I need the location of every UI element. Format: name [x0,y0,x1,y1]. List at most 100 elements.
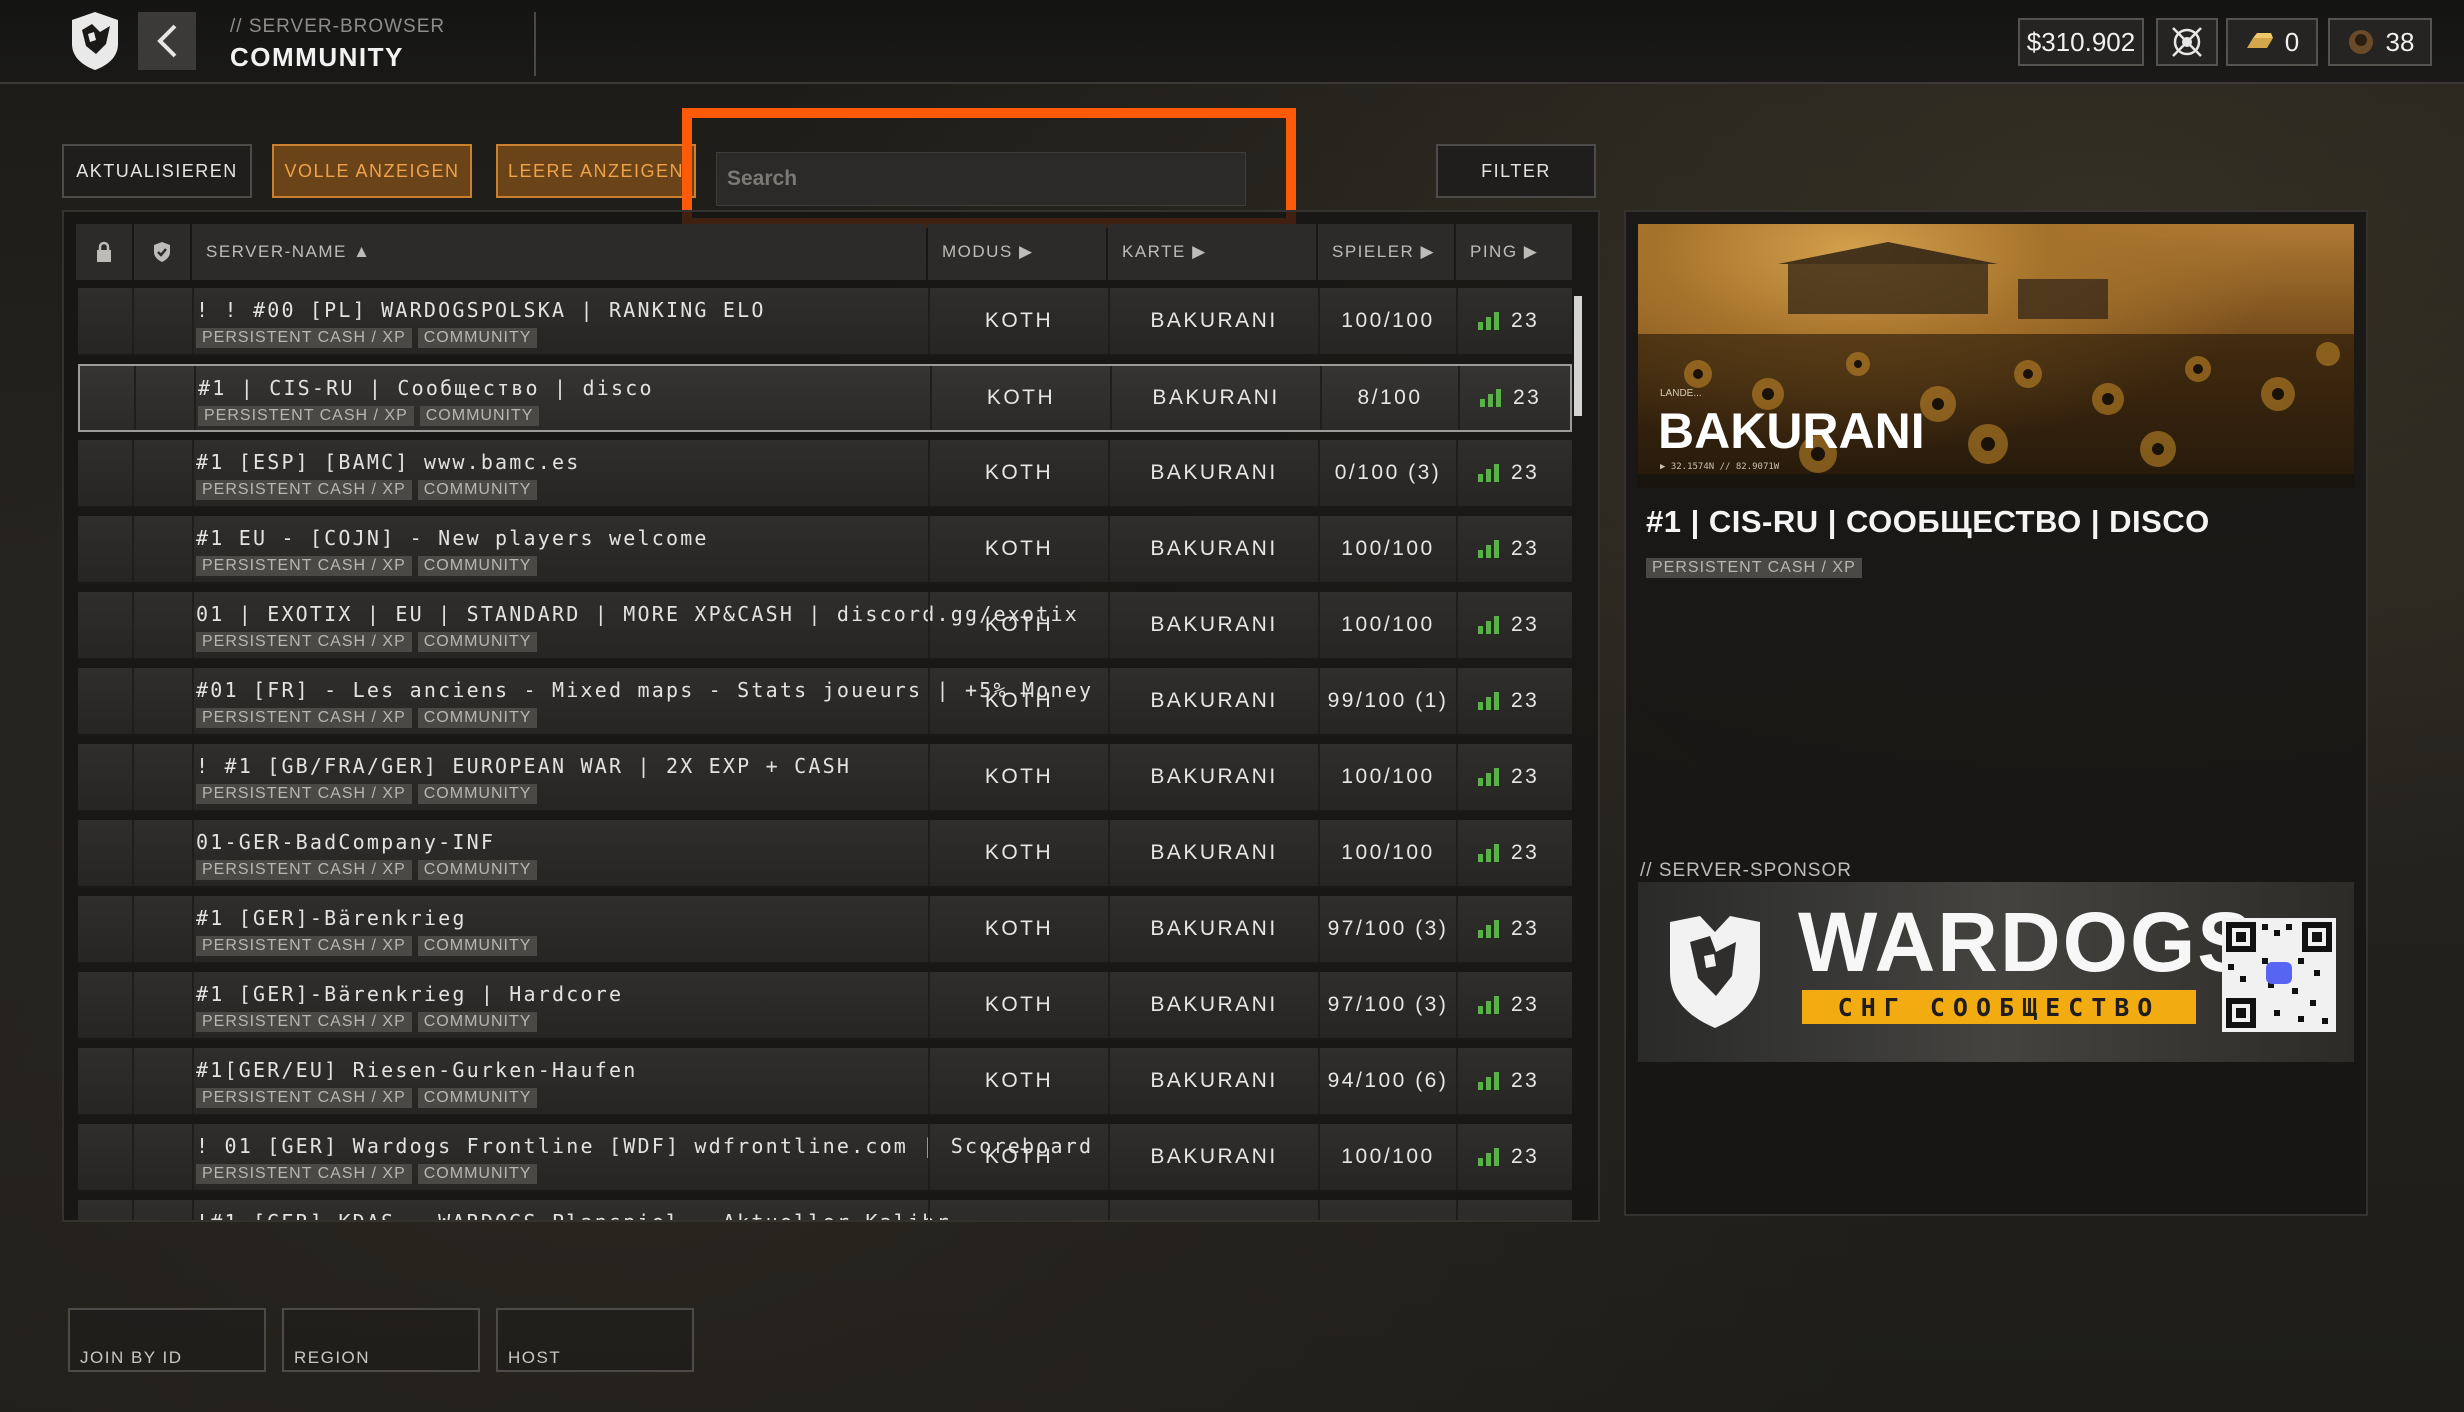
mode-cell: KOTH [928,1048,1108,1114]
region-button[interactable]: REGION [282,1308,480,1372]
table-row[interactable]: #1 [ESP] [BAMC] www.bamc.es PERSISTENT CA… [78,440,1572,508]
show-full-toggle[interactable]: VOLLE ANZEIGEN [272,144,472,198]
table-row[interactable]: #01 [FR] - Les anciens - Mixed maps - St… [78,668,1572,736]
map-cell: BAKURANI [1108,896,1318,962]
lock-cell [78,288,134,354]
sponsor-banner[interactable]: WARDOGS СНГ СООБЩЕСТВО [1638,882,2354,1062]
favorite-cell[interactable] [136,288,194,354]
refresh-button[interactable]: AKTUALISIEREN [62,144,252,198]
ping-cell: 23 [1456,516,1572,582]
server-tag: PERSISTENT CASH / XP [198,406,414,426]
server-name: #1 [GER]-Bärenkrieg [196,906,467,930]
table-row[interactable]: #1 [GER]-Bärenkrieg | Hardcore PERSISTENT… [78,972,1572,1040]
server-name: ! #1 [GB/FRA/GER] EUROPEAN WAR | 2X EXP … [196,754,852,778]
players-cell: 100/100 [1318,516,1456,582]
map-cell: BAKURANI [1108,288,1318,354]
selected-server-title: #1 | CIS-RU | СООБЩЕСТВО | DISCO [1646,504,2210,539]
favorite-cell[interactable] [136,896,194,962]
favorite-column-header[interactable] [134,224,190,280]
favorite-cell[interactable] [136,1048,194,1114]
favorite-cell[interactable] [136,972,194,1038]
favorite-cell[interactable] [136,668,194,734]
favorite-cell[interactable] [136,820,194,886]
mode-header[interactable]: MODUS ▶ [928,224,1106,280]
players-cell: 100/100 [1318,820,1456,886]
favorite-cell[interactable] [136,592,194,658]
favorite-cell[interactable] [136,1124,194,1190]
table-header: SERVER-NAME ▲ MODUS ▶ KARTE ▶ SPIELER ▶ … [76,224,1576,280]
page-title: COMMUNITY [230,42,404,72]
table-row[interactable]: ! #1 [GB/FRA/GER] EUROPEAN WAR | 2X EXP … [78,744,1572,812]
table-row[interactable]: #1 EU - [COJN] - New players welcome PERS… [78,516,1572,584]
favorite-cell[interactable] [138,366,196,430]
filter-button[interactable]: FILTER [1436,144,1596,198]
server-name: #1[GER/EU] Riesen-Gurken-Haufen [196,1058,638,1082]
host-button[interactable]: HOST [496,1308,694,1372]
top-bar: // SERVER-BROWSER COMMUNITY $310.902 0 3… [0,0,2464,84]
join-by-id-button[interactable]: JOIN BY ID [68,1308,266,1372]
server-tags: PERSISTENT CASH / XP COMMUNITY [196,480,538,500]
server-tag: COMMUNITY [417,1164,538,1184]
server-name: #1 | CIS-RU | Сообщество | disco [198,376,654,400]
map-cell: BAKURANI [1108,440,1318,506]
mode-cell: KOTH [928,744,1108,810]
server-list-panel: SERVER-NAME ▲ MODUS ▶ KARTE ▶ SPIELER ▶ … [62,210,1600,1222]
search-input[interactable] [716,152,1246,206]
lock-column-header[interactable] [76,224,132,280]
table-row[interactable]: 01 | EXOTIX | EU | STANDARD | MORE XP&CA… [78,592,1572,660]
player-level: 38 [2328,18,2432,66]
table-row[interactable]: ! 01 [GER] Wardogs Frontline [WDF] wdfro… [78,1124,1572,1192]
signal-bars-icon [1478,844,1499,862]
signal-bars-icon [1478,768,1499,786]
map-cell: BAKURANI [1108,516,1318,582]
sponsor-label: // SERVER-SPONSOR [1640,860,1852,881]
rank-badge-icon [2348,30,2373,54]
mode-cell: KOTH [928,820,1108,886]
lock-cell [78,1124,134,1190]
table-row[interactable]: #1[GER/EU] Riesen-Gurken-Haufen PERSISTEN… [78,1048,1572,1116]
favorite-cell[interactable] [136,516,194,582]
mode-cell: KOTH [930,366,1110,430]
players-header[interactable]: SPIELER ▶ [1318,224,1454,280]
players-cell: 100/100 [1318,288,1456,354]
signal-bars-icon [1478,540,1499,558]
mode-cell: KOTH [928,592,1108,658]
table-row[interactable]: ! ! #00 [PL] WARDOGSPOLSKA | RANKING ELO… [78,288,1572,356]
server-tag: PERSISTENT CASH / XP [196,1164,412,1184]
table-row[interactable]: !#1 [GER] KDAS - WARDOGS Planspiel - Akt… [78,1200,1572,1220]
players-cell: 100/100 [1318,1200,1456,1220]
ping-header[interactable]: PING ▶ [1456,224,1572,280]
server-tag: COMMUNITY [417,556,538,576]
table-row[interactable]: #1 [GER]-Bärenkrieg PERSISTENT CASH / XP C… [78,896,1572,964]
players-cell: 99/100 (1) [1318,668,1456,734]
ping-value: 23 [1511,917,1540,940]
server-name: 01-GER-BadCompany-INF [196,830,496,854]
scrollbar[interactable] [1574,288,1584,1218]
server-name-header[interactable]: SERVER-NAME ▲ [192,224,926,280]
lock-cell [78,1200,134,1220]
signal-bars-icon [1478,920,1499,938]
back-button[interactable] [138,12,196,70]
ping-cell: 23 [1456,896,1572,962]
favorite-cell[interactable] [136,440,194,506]
crosshair-button[interactable] [2156,18,2218,66]
server-tag: PERSISTENT CASH / XP [196,936,412,956]
table-row[interactable]: #1 | CIS-RU | Сообщество | disco PERSISTE… [78,364,1572,432]
server-tags: PERSISTENT CASH / XP COMMUNITY [196,784,538,804]
favorite-cell[interactable] [136,1200,194,1220]
ping-value: 23 [1511,1145,1540,1168]
map-cell: BAKURANI [1108,1124,1318,1190]
table-row[interactable]: 01-GER-BadCompany-INF PERSISTENT CASH / X… [78,820,1572,888]
server-name: #1 [ESP] [BAMC] www.bamc.es [196,450,581,474]
map-header[interactable]: KARTE ▶ [1108,224,1316,280]
map-name: BAKURANI [1658,403,1925,459]
favorite-cell[interactable] [136,744,194,810]
server-tag: PERSISTENT CASH / XP [196,784,412,804]
ping-value: 23 [1513,386,1542,409]
scrollbar-thumb[interactable] [1574,296,1582,416]
show-empty-toggle[interactable]: LEERE ANZEIGEN [496,144,696,198]
server-tag: PERSISTENT CASH / XP [196,328,412,348]
map-cell: BAKURANI [1108,744,1318,810]
map-cell: BAKURANI [1108,820,1318,886]
server-tag: PERSISTENT CASH / XP [196,860,412,880]
